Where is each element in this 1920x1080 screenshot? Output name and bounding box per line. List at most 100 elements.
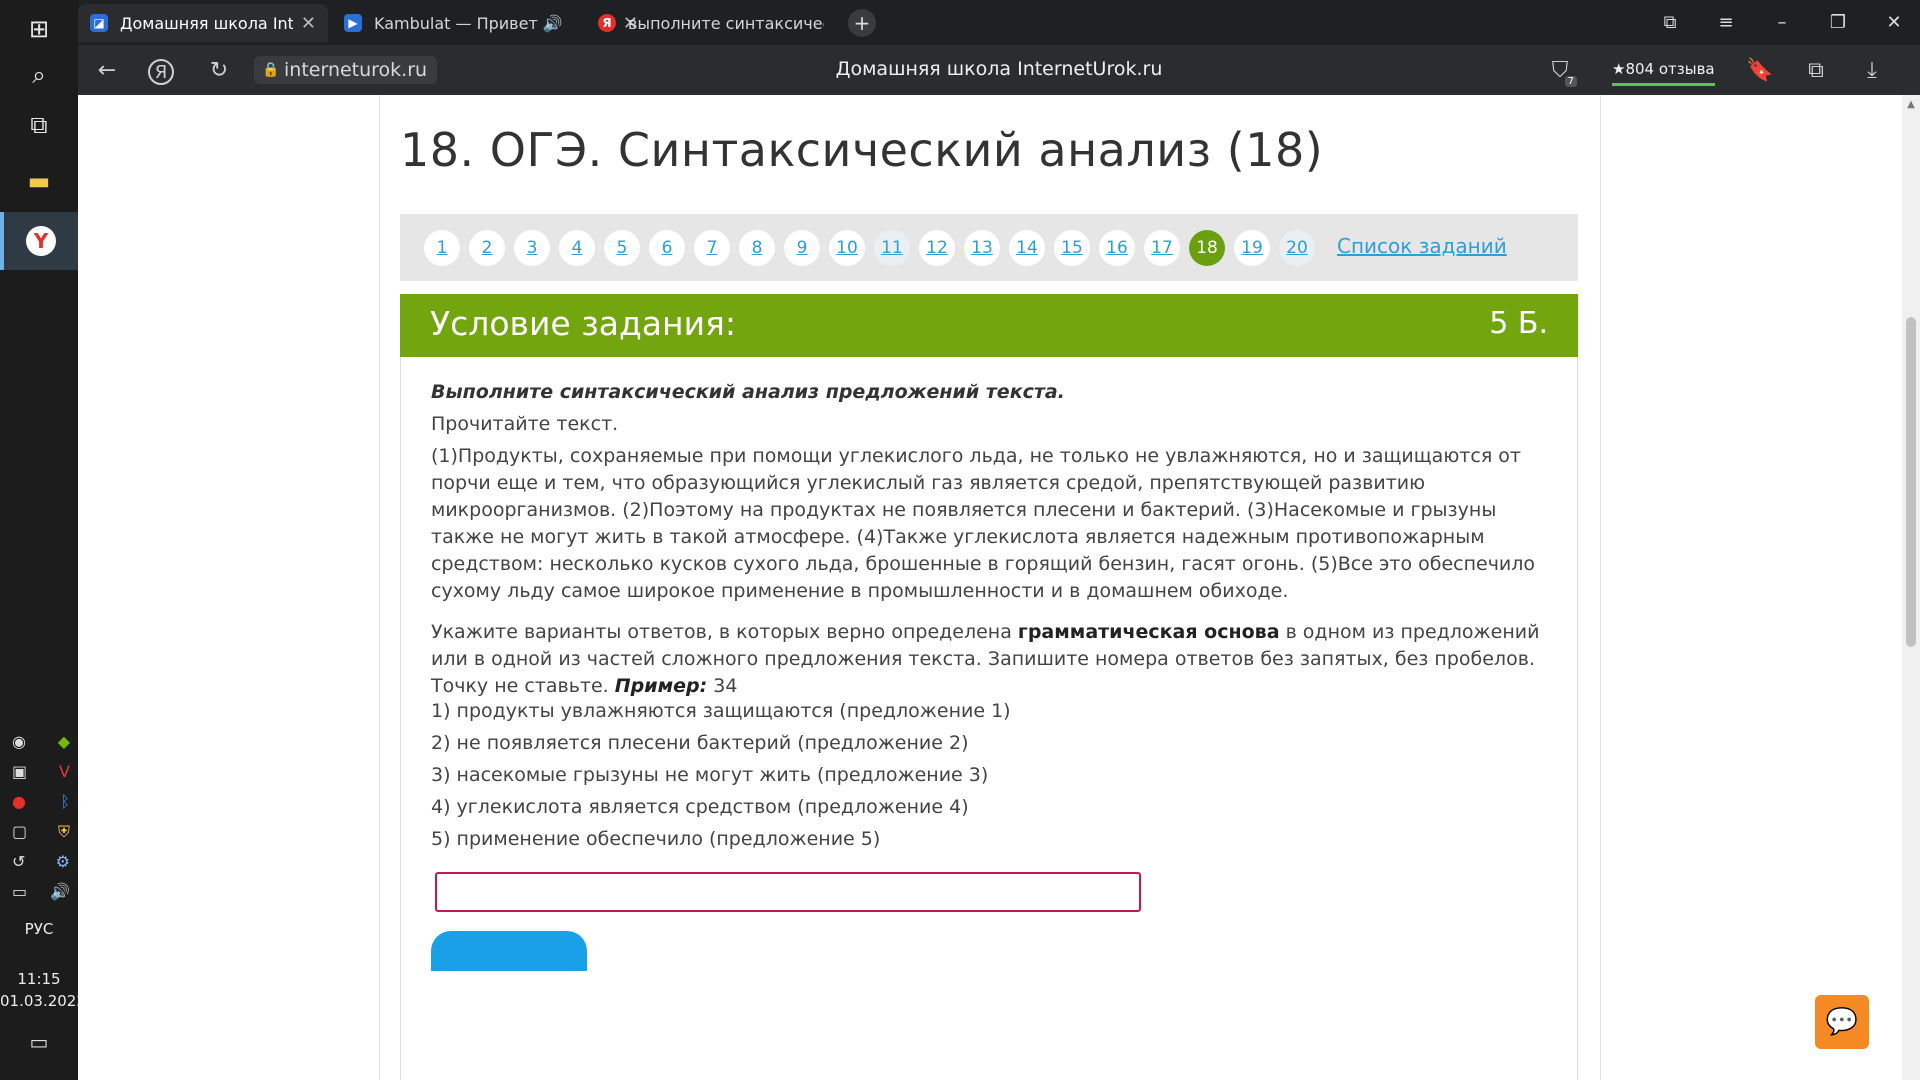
option-4: 4) углекислота является средством (предл… xyxy=(431,796,969,818)
bluetooth-icon[interactable]: ᛒ xyxy=(60,792,70,811)
browser-tab-bar: ◪ Домашняя школа Internet ✕ ▶ Kambulat —… xyxy=(78,0,1920,45)
file-explorer-icon[interactable]: ▬ xyxy=(0,152,78,210)
bookmark-icon[interactable]: 🔖 xyxy=(1745,55,1775,85)
page-link-9[interactable]: 9 xyxy=(784,230,820,266)
option-3: 3) насекомые грызуны не могут жить (пред… xyxy=(431,764,989,786)
reload-icon[interactable]: ↻ xyxy=(204,55,234,85)
page-viewport: 18. ОГЭ. Синтаксический анализ (18) 1 2 … xyxy=(78,95,1902,1080)
tab-title: выполните синтаксическ xyxy=(628,13,824,33)
chat-bubbles-icon: 💬 xyxy=(1825,1007,1859,1037)
task-pagination: 1 2 3 4 5 6 7 8 9 10 11 12 13 14 15 16 1… xyxy=(400,214,1578,281)
tray-row: ↺ ⚙ xyxy=(12,852,70,871)
task-instruction: Выполните синтаксический анализ предложе… xyxy=(431,381,1065,403)
sidebar-icon[interactable]: ⧉ xyxy=(1801,55,1831,85)
notifications-icon[interactable]: ▭ xyxy=(0,1030,78,1054)
question-bold: грамматическая основа xyxy=(1017,621,1280,643)
clock[interactable]: 11:15 01.03.2022 xyxy=(0,968,86,1012)
tray-row: ▭ 🔊 xyxy=(12,882,70,901)
protect-icon[interactable]: ⛉ 7 xyxy=(1545,55,1577,87)
steam-icon[interactable]: ⚙ xyxy=(56,852,70,871)
page-link-4[interactable]: 4 xyxy=(559,230,595,266)
discord-icon[interactable]: ◉ xyxy=(12,732,26,751)
page-link-1[interactable]: 1 xyxy=(424,230,460,266)
page-link-5[interactable]: 5 xyxy=(604,230,640,266)
new-tab-button[interactable]: + xyxy=(848,9,876,37)
clock-time: 11:15 xyxy=(17,970,61,988)
page-link-19[interactable]: 19 xyxy=(1234,230,1270,266)
scrollbar-thumb[interactable] xyxy=(1906,317,1916,647)
page-link-6[interactable]: 6 xyxy=(649,230,685,266)
tab-favicon-icon: ◪ xyxy=(90,14,108,32)
download-icon[interactable]: ⤓ xyxy=(1857,55,1887,85)
example-label: Пример: xyxy=(614,675,708,697)
input-language[interactable]: РУС xyxy=(0,920,78,938)
windows-taskbar: ⊞ ⌕ ⧉ ▬ Y ◉ ◆ ▣ V ● ᛒ ▢ ⛨ ↺ ⚙ ▭ 🔊 РУС 11:15 01… xyxy=(0,0,86,1080)
page-link-11[interactable]: 11 xyxy=(874,230,910,266)
close-window-icon[interactable]: ✕ xyxy=(1866,0,1920,45)
page-scrollbar[interactable]: ▲ xyxy=(1902,95,1920,1080)
task-list-link[interactable]: Список заданий xyxy=(1337,234,1507,258)
page-link-17[interactable]: 17 xyxy=(1144,230,1180,266)
back-icon[interactable]: ← xyxy=(92,55,122,85)
option-2: 2) не появляется плесени бактерий (предл… xyxy=(431,732,969,754)
chat-support-button[interactable]: 💬 xyxy=(1815,995,1869,1049)
tab-yandex-search[interactable]: Я выполните синтаксическ xyxy=(586,4,836,42)
tab-title: Kambulat — Привет 🔊 xyxy=(374,13,563,33)
yandex-home-icon[interactable]: Я xyxy=(148,59,174,85)
screenshot-icon[interactable]: ▣ xyxy=(12,762,27,781)
page-heading: 18. ОГЭ. Синтаксический анализ (18) xyxy=(400,123,1324,177)
menu-icon[interactable]: ≡ xyxy=(1698,0,1754,45)
url-text: interneturok.ru xyxy=(284,59,428,81)
main-content: 18. ОГЭ. Синтаксический анализ (18) 1 2 … xyxy=(379,95,1601,1080)
page-link-10[interactable]: 10 xyxy=(829,230,865,266)
tray-row: ◉ ◆ xyxy=(12,732,70,751)
yandex-icon[interactable]: ● xyxy=(12,792,26,811)
url-field[interactable]: 🔒 interneturok.ru xyxy=(254,56,438,84)
page-link-15[interactable]: 15 xyxy=(1054,230,1090,266)
tray-row: ▢ ⛨ xyxy=(12,822,70,842)
protect-badge: 7 xyxy=(1564,76,1577,87)
read-label: Прочитайте текст. xyxy=(431,413,619,435)
close-tab-icon[interactable]: ✕ xyxy=(301,13,316,34)
task-body: Выполните синтаксический анализ предложе… xyxy=(400,357,1578,1080)
steam-helper-icon[interactable]: ↺ xyxy=(12,852,25,871)
page-link-20[interactable]: 20 xyxy=(1279,230,1315,266)
tab-favicon-icon: ▶ xyxy=(344,14,362,32)
security-icon[interactable]: ⛨ xyxy=(58,822,70,842)
nvidia-icon[interactable]: ◆ xyxy=(58,732,70,751)
yandex-browser-icon[interactable]: Y xyxy=(0,212,78,270)
page-link-8[interactable]: 8 xyxy=(739,230,775,266)
tab-title: Домашняя школа Internet xyxy=(120,13,293,33)
scroll-up-icon[interactable]: ▲ xyxy=(1902,99,1920,110)
page-link-16[interactable]: 16 xyxy=(1099,230,1135,266)
task-header: Условие задания: 5 Б. xyxy=(400,294,1578,357)
submit-answer-button[interactable] xyxy=(431,931,587,971)
answer-input[interactable] xyxy=(435,872,1141,912)
lock-icon[interactable]: 🔒 xyxy=(262,56,279,84)
page-link-3[interactable]: 3 xyxy=(514,230,550,266)
restore-icon[interactable]: ❐ xyxy=(1810,0,1866,45)
task-header-title: Условие задания: xyxy=(430,304,737,343)
option-5: 5) применение обеспечило (предложение 5) xyxy=(431,828,881,850)
tab-internet-urok[interactable]: ◪ Домашняя школа Internet ✕ xyxy=(78,4,328,42)
page-link-18-current[interactable]: 18 xyxy=(1189,230,1225,266)
page-link-13[interactable]: 13 xyxy=(964,230,1000,266)
page-link-7[interactable]: 7 xyxy=(694,230,730,266)
volume-icon[interactable]: 🔊 xyxy=(50,882,70,901)
browser-address-bar: ← Я ↻ 🔒 interneturok.ru Домашняя школа I… xyxy=(78,45,1920,95)
vivaldi-icon[interactable]: V xyxy=(59,762,70,781)
question-part-1: Укажите варианты ответов, в которых верн… xyxy=(431,621,1018,643)
minimize-icon[interactable]: – xyxy=(1754,0,1810,45)
page-link-12[interactable]: 12 xyxy=(919,230,955,266)
meet-icon[interactable]: ▢ xyxy=(12,822,27,842)
task-view-icon[interactable]: ⧉ xyxy=(0,96,78,154)
task-question: Укажите варианты ответов, в которых верн… xyxy=(431,619,1556,700)
page-link-14[interactable]: 14 xyxy=(1009,230,1045,266)
network-icon[interactable]: ▭ xyxy=(12,882,27,901)
tray-row: ▣ V xyxy=(12,762,70,781)
collections-icon[interactable]: ⧉ xyxy=(1642,0,1698,45)
page-link-2[interactable]: 2 xyxy=(469,230,505,266)
reviews-badge[interactable]: ★804 отзыва xyxy=(1612,55,1715,86)
clock-date: 01.03.2022 xyxy=(0,992,86,1010)
tray-row: ● ᛒ xyxy=(12,792,70,811)
